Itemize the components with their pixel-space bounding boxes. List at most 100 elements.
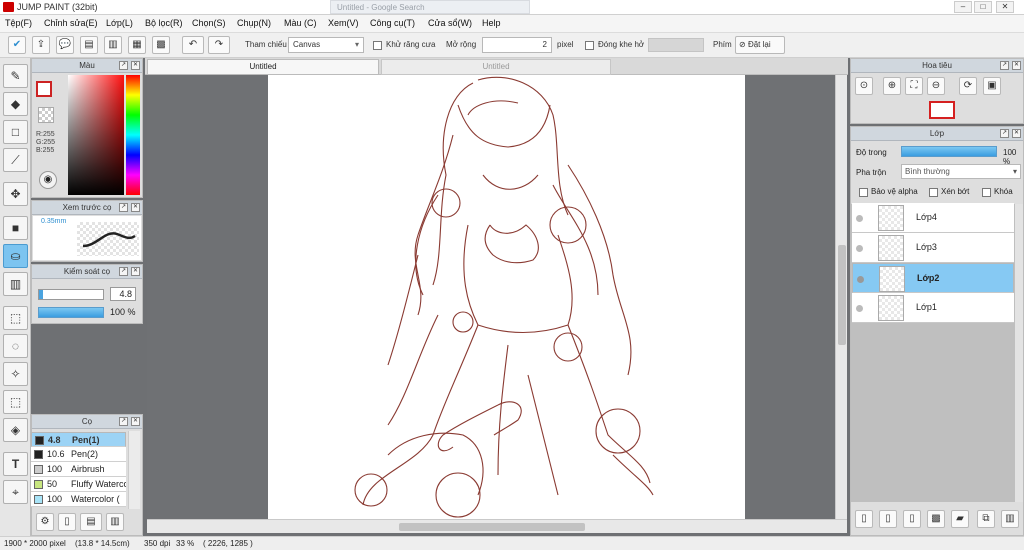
menu-select[interactable]: Chọn(S) (192, 18, 226, 28)
comment-icon[interactable]: 💬 (56, 36, 74, 54)
eyedropper-tool-icon[interactable]: ⌖ (3, 480, 28, 504)
rotate-icon[interactable]: ⟳ (959, 77, 977, 95)
new-layer-icon[interactable]: ▯ (855, 510, 873, 528)
zoom-out-icon[interactable]: ⊖ (927, 77, 945, 95)
brush-item[interactable]: 100 Watercolor ( (31, 492, 126, 507)
tab-untitled-active[interactable]: Untitled (147, 59, 379, 75)
lasso-tool-icon[interactable]: ◌ (3, 334, 28, 358)
horizontal-scrollbar[interactable] (147, 519, 847, 533)
menu-capture[interactable]: Chụp(N) (237, 18, 271, 28)
reference-select[interactable]: Canvas ▾ (288, 37, 364, 53)
horizontal-scroll-thumb[interactable] (399, 523, 585, 531)
brush-tool-icon[interactable]: ✎ (3, 64, 28, 88)
mask-icon[interactable]: ▩ (927, 510, 945, 528)
close-icon[interactable]: ✕ (131, 267, 140, 276)
select-pen-icon[interactable]: ⬚ (3, 390, 28, 414)
layer-item[interactable]: Lớp2 (852, 263, 1014, 293)
palette-icon[interactable]: ◉ (39, 171, 57, 189)
popout-icon[interactable]: ↗ (1000, 129, 1009, 138)
message-icon[interactable]: ▤ (80, 36, 98, 54)
new-folder-icon[interactable]: ▯ (879, 510, 897, 528)
eraser-tool-icon[interactable]: ◆ (3, 92, 28, 116)
popout-icon[interactable]: ↗ (1000, 61, 1009, 70)
canvas-viewport[interactable] (147, 75, 835, 519)
protect-alpha-checkbox[interactable] (859, 188, 868, 197)
bucket-tool-icon[interactable]: ⛀ (3, 244, 28, 268)
grid-icon[interactable]: ▩ (152, 36, 170, 54)
navigator-thumbnail[interactable] (929, 101, 955, 119)
popout-icon[interactable]: ↗ (119, 61, 128, 70)
close-icon[interactable]: ✕ (131, 203, 140, 212)
size-input[interactable]: 4.8 (110, 287, 136, 301)
close-icon[interactable]: ✕ (1012, 129, 1021, 138)
text-tool-icon[interactable]: T (3, 452, 28, 476)
export-icon[interactable]: ⇪ (32, 36, 50, 54)
gap-slider[interactable] (648, 38, 704, 52)
brush-item[interactable]: 4.8 Pen(1) (31, 432, 126, 447)
visibility-icon[interactable] (856, 245, 863, 252)
document-icon[interactable]: ▥ (104, 36, 122, 54)
popout-icon[interactable]: ↗ (119, 203, 128, 212)
menu-color[interactable]: Màu (C) (284, 18, 317, 28)
brush-item[interactable]: 100 Airbrush (31, 462, 126, 477)
vertical-scroll-thumb[interactable] (838, 245, 846, 345)
blend-select[interactable]: Bình thường ▾ (901, 164, 1021, 179)
lock-checkbox[interactable] (982, 188, 991, 197)
layer-opacity-slider[interactable] (901, 146, 997, 157)
visibility-icon[interactable] (856, 215, 863, 222)
select-rect-tool-icon[interactable]: ⬚ (3, 306, 28, 330)
brush-settings-icon[interactable]: ⚙ (36, 513, 54, 531)
close-icon[interactable]: ✕ (1012, 61, 1021, 70)
hue-slider[interactable] (126, 75, 140, 195)
fit-window-icon[interactable]: ⛶ (905, 77, 923, 95)
undo-icon[interactable]: ↶ (182, 36, 204, 54)
layer-list-scrollbar[interactable] (1015, 204, 1023, 502)
popout-icon[interactable]: ↗ (119, 267, 128, 276)
brush-item[interactable]: 10.6 Pen(2) (31, 447, 126, 462)
vertical-scrollbar[interactable] (835, 75, 847, 519)
new-brush-icon[interactable]: ▯ (58, 513, 76, 531)
saturation-value-picker[interactable] (68, 75, 124, 195)
primary-color-swatch[interactable] (36, 81, 52, 97)
line-tool-icon[interactable]: ⟋ (3, 148, 28, 172)
layer-item[interactable]: Lớp4 (852, 203, 1014, 233)
visibility-icon[interactable] (857, 276, 864, 283)
brush-item[interactable]: 50 Fluffy Watercolor (31, 477, 126, 492)
menu-file[interactable]: Tệp(F) (5, 18, 32, 28)
close-gap-checkbox[interactable] (585, 41, 594, 50)
delete-layer-icon[interactable]: ▥ (1001, 510, 1019, 528)
delete-brush-icon[interactable]: ▥ (106, 513, 124, 531)
move-tool-icon[interactable]: ✥ (3, 182, 28, 206)
brush-menu-icon[interactable]: ▤ (80, 513, 102, 531)
close-icon[interactable]: ✕ (131, 417, 140, 426)
close-icon[interactable]: ✕ (131, 61, 140, 70)
close-button[interactable]: ✕ (996, 1, 1014, 13)
fill-rect-tool-icon[interactable]: ■ (3, 216, 28, 240)
menu-window[interactable]: Cửa sổ(W) (428, 18, 472, 28)
select-eraser-icon[interactable]: ◈ (3, 418, 28, 442)
gradient-tool-icon[interactable]: ▥ (3, 272, 28, 296)
popout-icon[interactable]: ↗ (119, 417, 128, 426)
transparent-swatch[interactable] (38, 107, 54, 123)
duplicate-layer-icon[interactable]: ▯ (903, 510, 921, 528)
folder-icon[interactable]: ▰ (951, 510, 969, 528)
page-icon[interactable]: ▦ (128, 36, 146, 54)
redo-icon[interactable]: ↷ (208, 36, 230, 54)
settings-icon[interactable]: ✔ (8, 36, 26, 54)
menu-help[interactable]: Help (482, 18, 501, 28)
size-slider[interactable] (38, 289, 104, 300)
minimize-button[interactable]: – (954, 1, 972, 13)
magic-wand-icon[interactable]: ✧ (3, 362, 28, 386)
menu-layer[interactable]: Lớp(L) (106, 18, 133, 28)
reset-button[interactable]: ⊘ Đặt lại (735, 36, 785, 54)
expand-input[interactable]: 2 (482, 37, 552, 53)
menu-view[interactable]: Xem(V) (328, 18, 359, 28)
layer-item[interactable]: Lớp1 (852, 293, 1014, 323)
merge-layer-icon[interactable]: ⧉ (977, 510, 995, 528)
visibility-icon[interactable] (856, 305, 863, 312)
zoom-fit-icon[interactable]: ⊙ (855, 77, 873, 95)
tab-untitled-inactive[interactable]: Untitled (381, 59, 611, 75)
antialias-checkbox[interactable] (373, 41, 382, 50)
zoom-in-icon[interactable]: ⊕ (883, 77, 901, 95)
menu-tools[interactable]: Công cụ(T) (370, 18, 415, 28)
